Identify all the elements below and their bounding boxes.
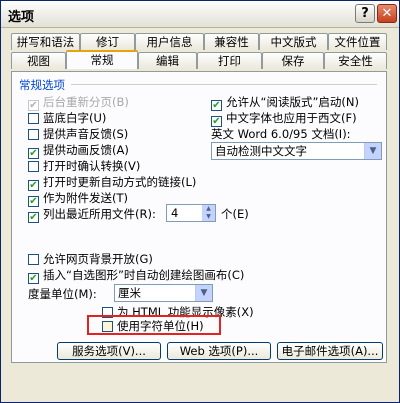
highlight-box [87,315,221,335]
checkbox-checked-icon[interactable]: ✔ [28,180,39,191]
close-button[interactable]: ✕ [377,4,397,23]
tab-spelling-grammar[interactable]: 拼写和语法 [11,33,80,50]
tab-edit[interactable]: 编辑 [138,52,197,69]
option-blue-background[interactable]: 蓝底白字(U) [28,111,106,125]
option-send-as-attachment[interactable]: ✔ 作为附件发送(T) [28,191,128,207]
option-update-links[interactable]: ✔ 打开时更新自动方式的链接(L) [28,175,196,191]
checkbox-icon[interactable] [28,129,39,140]
title-bar: 选项 ? ✕ [1,1,399,28]
tab-file-locations[interactable]: 文件位置 [328,33,387,50]
doc-encoding-select[interactable]: 自动检测中文文字 ▼ [211,142,382,160]
option-confirm-conversion[interactable]: 打开时确认转换(V) [28,159,140,173]
checkbox-icon[interactable] [28,161,39,172]
tab-track-changes[interactable]: 修订 [80,33,135,50]
checkbox-checked-icon[interactable]: ✔ [28,196,39,207]
tab-view[interactable]: 视图 [11,52,66,69]
option-reading-layout[interactable]: ✔ 允许从“阅读版式”启动(N) [211,95,359,111]
option-auto-canvas[interactable]: ✔ 插入“自选图形”时自动创建绘图画布(C) [28,268,244,284]
service-options-button[interactable]: 服务选项(V)... [57,342,161,360]
tab-compatibility[interactable]: 兼容性 [204,33,259,50]
option-recent-files[interactable]: ✔ 列出最近所用文件(R): [28,207,156,223]
option-web-background[interactable]: 允许网页背景开放(G) [28,252,153,266]
help-button[interactable]: ? [355,4,375,23]
section-divider [71,84,377,85]
tab-general[interactable]: 常规 [66,50,138,69]
recent-files-count-spinner[interactable]: 4 ▲ ▼ [166,204,216,222]
checkbox-checked-icon[interactable]: ✔ [28,273,39,284]
section-title: 常规选项 [19,78,65,92]
option-chinese-font-western[interactable]: ✔ 中文字体也应用于西文(F) [211,111,357,127]
checkbox-checked-icon[interactable]: ✔ [28,148,39,159]
chevron-down-icon[interactable]: ▼ [195,285,212,301]
tab-print[interactable]: 打印 [197,52,262,69]
recent-files-unit: 个(E) [221,207,249,221]
tab-chinese-typography[interactable]: 中文版式 [259,33,328,50]
measure-unit-label: 度量单位(M): [28,287,97,301]
checkbox-checked-icon[interactable]: ✔ [211,116,222,127]
options-dialog: 选项 ? ✕ 拼写和语法 修订 用户信息 兼容性 中文版式 文件位置 视图 常规… [0,0,400,403]
tab-save[interactable]: 保存 [262,52,324,69]
option-background-repagination[interactable]: ✔ 后台重新分页(B) [28,95,129,111]
measure-unit-select[interactable]: 厘米 ▼ [114,284,213,302]
checkbox-checked-icon[interactable]: ✔ [28,100,39,111]
tab-security[interactable]: 安全性 [324,52,387,69]
dialog-footer [1,364,399,402]
recent-files-count-value: 4 [171,206,179,220]
tab-user-info[interactable]: 用户信息 [135,33,204,50]
checkbox-icon[interactable] [28,254,39,265]
option-sound-feedback[interactable]: 提供声音反馈(S) [28,127,128,141]
spin-arrows-icon[interactable]: ▲ ▼ [202,205,215,221]
web-options-button[interactable]: Web 选项(P)... [167,342,271,360]
option-animation-feedback[interactable]: ✔ 提供动画反馈(A) [28,143,129,159]
checkbox-checked-icon[interactable]: ✔ [211,100,222,111]
doc-encoding-label: 英文 Word 6.0/95 文档(I): [211,127,351,141]
checkbox-icon[interactable] [28,113,39,124]
chevron-down-icon[interactable]: ▼ [364,143,381,159]
window-title: 选项 [8,10,35,25]
email-options-button[interactable]: 电子邮件选项(A)... [277,342,383,360]
checkbox-checked-icon[interactable]: ✔ [28,212,39,223]
